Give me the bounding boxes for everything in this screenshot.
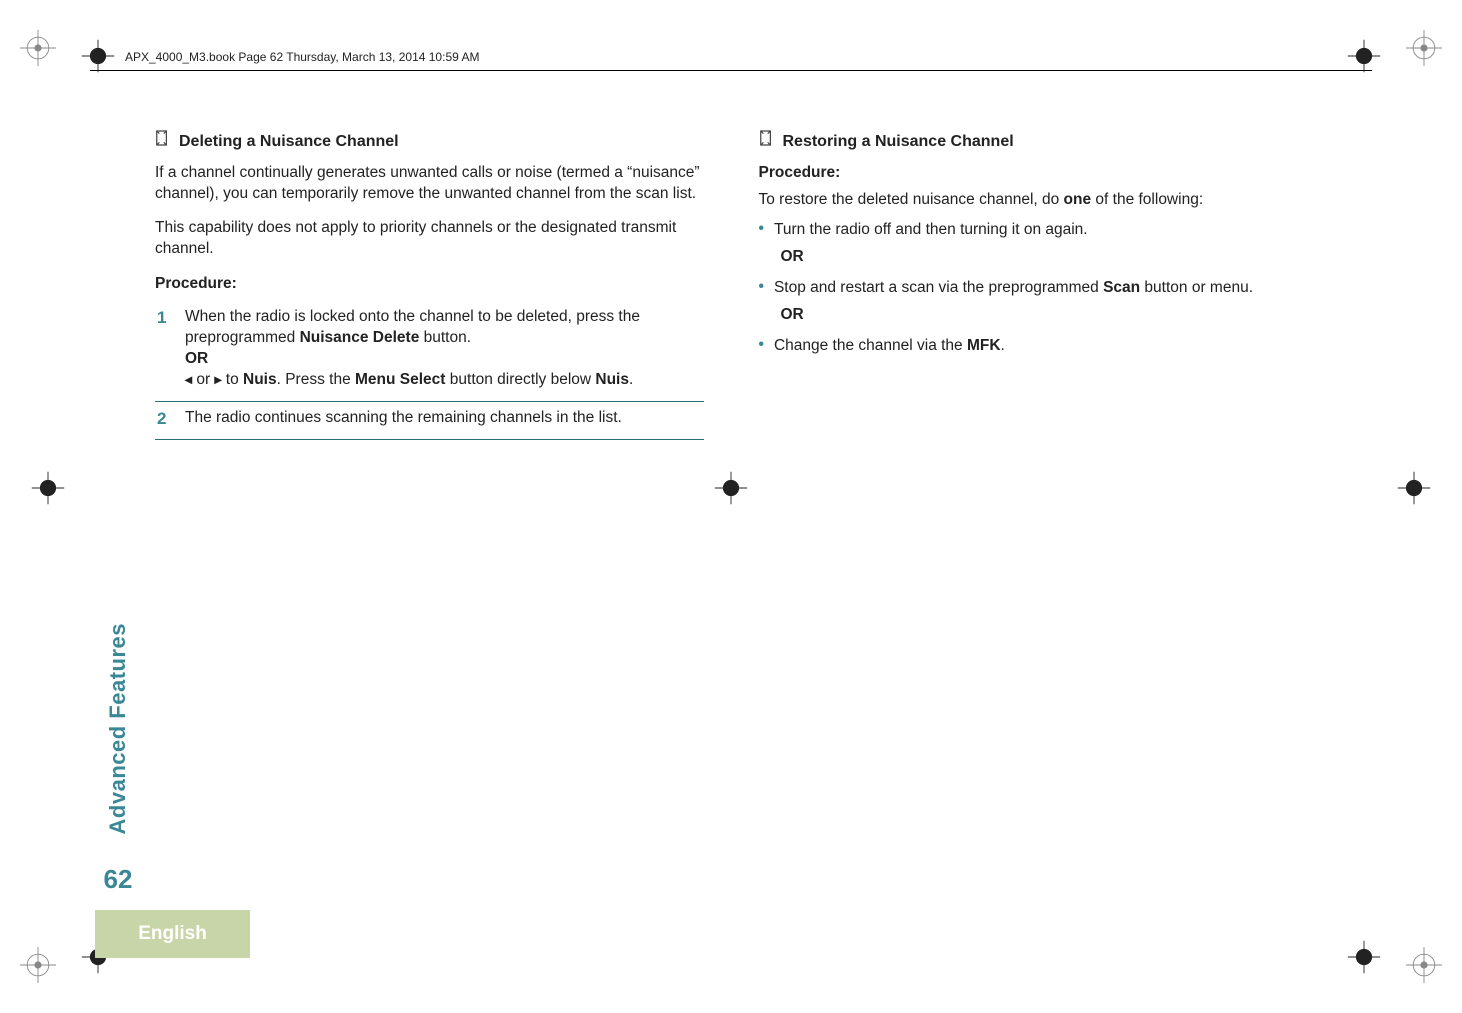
step-number: 1: [157, 307, 171, 330]
printmark-icon: [20, 30, 56, 66]
bullet-list: • Turn the radio off and then turning it…: [759, 220, 1308, 241]
printmark-icon: [1396, 470, 1432, 506]
printmark-icon: [1346, 939, 1382, 975]
list-text: Change the channel via the MFK.: [774, 336, 1005, 357]
section-title: Deleting a Nuisance Channel: [179, 131, 399, 153]
step-body: When the radio is locked onto the channe…: [185, 307, 702, 395]
step-number: 2: [157, 408, 171, 431]
menu-select-label: Menu Select: [355, 371, 445, 388]
printmark-icon: [20, 947, 56, 983]
text-fragment: Stop and restart a scan via the preprogr…: [774, 279, 1103, 296]
printmark-icon: [1406, 947, 1442, 983]
list-text: Stop and restart a scan via the preprogr…: [774, 278, 1253, 299]
step-text: or: [192, 371, 214, 388]
procedure-step: 2 The radio continues scanning the remai…: [155, 402, 704, 440]
list-item: • Turn the radio off and then turning it…: [759, 220, 1308, 241]
text-fragment: button or menu.: [1140, 279, 1253, 296]
section-header: Deleting a Nuisance Channel: [155, 130, 704, 153]
step-text: button directly below: [445, 371, 595, 388]
or-text: OR: [781, 305, 1308, 326]
nuisance-delete-label: Nuisance Delete: [300, 329, 420, 346]
book-icon: [759, 130, 773, 146]
left-column: Deleting a Nuisance Channel If a channel…: [155, 130, 704, 893]
step-text: The radio continues scanning the remaini…: [185, 409, 622, 426]
mfk-label: MFK: [967, 337, 1001, 354]
bullet-dot-icon: •: [759, 278, 764, 299]
content-columns: Deleting a Nuisance Channel If a channel…: [155, 130, 1307, 893]
step-text: to: [221, 371, 243, 388]
intro-fragment: of the following:: [1091, 191, 1203, 208]
list-item: • Change the channel via the MFK.: [759, 336, 1308, 357]
bullet-dot-icon: •: [759, 336, 764, 357]
language-box: English: [95, 910, 250, 958]
step-text: .: [629, 371, 633, 388]
printmark-icon: [80, 38, 116, 74]
nuis-label: Nuis: [243, 371, 277, 388]
intro-fragment: To restore the deleted nuisance channel,…: [759, 191, 1064, 208]
intro-text: To restore the deleted nuisance channel,…: [759, 190, 1308, 211]
list-item: • Stop and restart a scan via the prepro…: [759, 278, 1308, 299]
intro-text: If a channel continually generates unwan…: [155, 163, 704, 205]
sidebar: Advanced Features 62: [95, 623, 141, 895]
printmark-icon: [1346, 38, 1382, 74]
page-container: APX_4000_M3.book Page 62 Thursday, March…: [0, 0, 1462, 1013]
step-text: . Press the: [277, 371, 355, 388]
printmark-icon: [30, 470, 66, 506]
or-text: OR: [781, 247, 1308, 268]
running-header: APX_4000_M3.book Page 62 Thursday, March…: [125, 50, 479, 64]
text-fragment: Change the channel via the: [774, 337, 967, 354]
one-emphasis: one: [1064, 191, 1092, 208]
language-label: English: [138, 923, 207, 945]
or-text: OR: [185, 349, 702, 370]
step-body: The radio continues scanning the remaini…: [185, 408, 702, 433]
bullet-list: • Stop and restart a scan via the prepro…: [759, 278, 1308, 299]
list-text: Turn the radio off and then turning it o…: [774, 220, 1088, 241]
section-header: Restoring a Nuisance Channel: [759, 130, 1308, 153]
right-column: Restoring a Nuisance Channel Procedure: …: [759, 130, 1308, 893]
bullet-dot-icon: •: [759, 220, 764, 241]
procedure-label: Procedure:: [759, 163, 1308, 184]
page-number: 62: [104, 864, 133, 895]
bullet-list: • Change the channel via the MFK.: [759, 336, 1308, 357]
book-icon: [155, 130, 169, 146]
scan-label: Scan: [1103, 279, 1140, 296]
left-arrow-icon: ◂: [185, 371, 192, 387]
step-text: button.: [419, 329, 471, 346]
procedure-step: 1 When the radio is locked onto the chan…: [155, 301, 704, 402]
procedure-label: Procedure:: [155, 274, 704, 295]
nuis-label: Nuis: [595, 371, 629, 388]
text-fragment: .: [1001, 337, 1005, 354]
section-tab-label: Advanced Features: [105, 623, 131, 834]
section-title: Restoring a Nuisance Channel: [783, 131, 1014, 153]
printmark-icon: [1406, 30, 1442, 66]
intro-text: This capability does not apply to priori…: [155, 218, 704, 260]
header-rule: [90, 70, 1372, 71]
